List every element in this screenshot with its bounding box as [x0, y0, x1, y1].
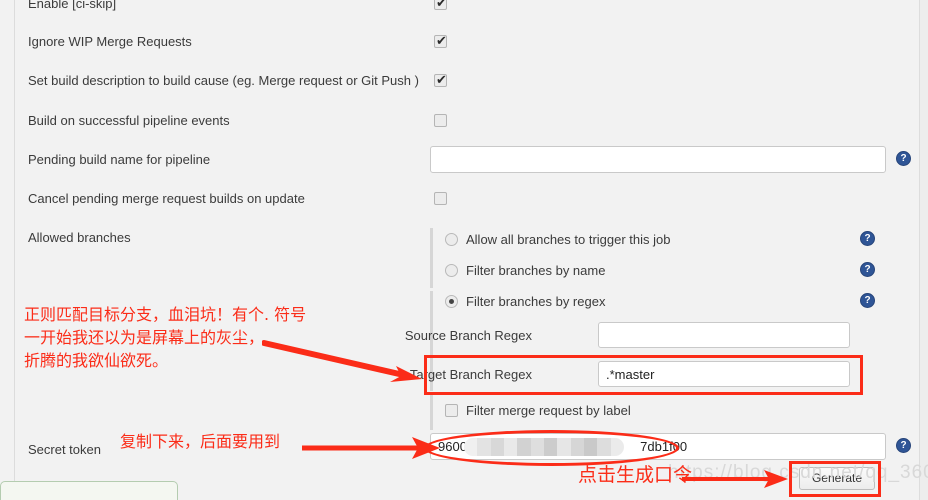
gitlab-job-config-page: Enable [ci-skip] Ignore WIP Merge Reques…: [0, 0, 928, 500]
label-allowed-branches: Allowed branches: [28, 230, 131, 245]
pending-build-name-input[interactable]: [430, 146, 886, 173]
radio-allow-all-branches[interactable]: [445, 233, 458, 246]
radio-label-filter-branches-by-name[interactable]: Filter branches by name: [466, 263, 605, 279]
radio-filter-branches-by-name[interactable]: [445, 264, 458, 277]
annotation-regex-note-line2: 一开始我还以为是屏幕上的灰尘，: [24, 328, 265, 347]
label-secret-token: Secret token: [28, 442, 101, 457]
radio-filter-branches-by-regex[interactable]: [445, 295, 458, 308]
annotation-generate-note: 点击生成口令: [578, 464, 693, 486]
checkbox-set-build-description[interactable]: [434, 71, 448, 88]
radio-label-filter-branches-by-regex[interactable]: Filter branches by regex: [466, 294, 605, 310]
annotation-arrow-to-generate-button: [682, 470, 788, 488]
annotation-highlight-generate-button: [789, 461, 881, 497]
annotation-ellipse-secret-token: [424, 430, 679, 466]
radio-group-rule-bottom: [430, 394, 433, 430]
checkbox-ignore-wip-merge-requests[interactable]: [434, 32, 448, 49]
left-divider: [14, 0, 15, 500]
radio-label-allow-all-branches[interactable]: Allow all branches to trigger this job: [466, 232, 671, 248]
annotation-highlight-target-branch-regex: [424, 355, 863, 395]
annotation-regex-note-line3: 折腾的我欲仙欲死。: [24, 351, 169, 370]
help-icon-filter-branches-by-regex[interactable]: ?: [860, 293, 875, 308]
bottom-left-green-panel: [0, 481, 178, 500]
right-gutter: [920, 0, 928, 500]
help-icon-pending-build-name[interactable]: ?: [896, 151, 911, 166]
label-build-on-successful-pipeline-events: Build on successful pipeline events: [28, 113, 230, 128]
checkbox-filter-merge-request-by-label[interactable]: [445, 404, 458, 417]
label-ignore-wip-merge-requests: Ignore WIP Merge Requests: [28, 34, 192, 49]
annotation-token-note: 复制下来，后面要用到: [120, 432, 281, 451]
label-set-build-description: Set build description to build cause (eg…: [28, 73, 419, 88]
checkbox-enable-ci-skip[interactable]: [434, 0, 448, 11]
source-branch-regex-input[interactable]: [598, 322, 850, 348]
radio-group-rule-top: [430, 228, 433, 288]
label-pending-build-name: Pending build name for pipeline: [28, 152, 211, 167]
label-cancel-pending-merge-request-builds: Cancel pending merge request builds on u…: [28, 191, 305, 206]
checkbox-build-on-successful-pipeline-events[interactable]: [434, 114, 447, 127]
annotation-regex-note-line1: 正则匹配目标分支，血泪坑！有个. 符号: [24, 305, 307, 324]
label-enable-ci-skip: Enable [ci-skip]: [28, 0, 117, 11]
checkbox-cancel-pending-merge-request-builds[interactable]: [434, 192, 447, 205]
help-icon-secret-token[interactable]: ?: [896, 438, 911, 453]
annotation-arrow-to-target-branch-regex: [262, 340, 422, 382]
help-icon-allow-all-branches[interactable]: ?: [860, 231, 875, 246]
label-filter-merge-request-by-label[interactable]: Filter merge request by label: [466, 403, 631, 419]
help-icon-filter-branches-by-name[interactable]: ?: [860, 262, 875, 277]
